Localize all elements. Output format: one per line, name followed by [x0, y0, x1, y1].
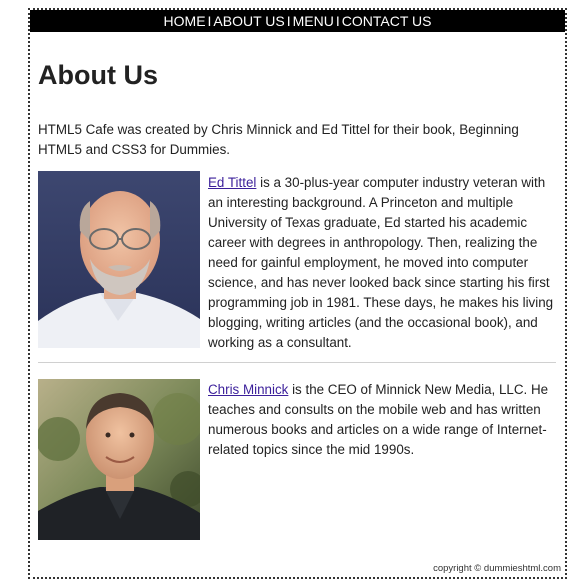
ed-tittel-bio-text: is a 30-plus-year computer industry vete… — [208, 175, 554, 350]
section-divider — [38, 362, 556, 363]
intro-paragraph: HTML5 Cafe was created by Chris Minnick … — [38, 122, 519, 157]
ed-tittel-photo — [38, 171, 200, 348]
nav-about-us[interactable]: ABOUT US — [213, 13, 284, 29]
chris-minnick-photo — [38, 379, 200, 540]
main-nav: HOME I ABOUT US I MENU I CONTACT US — [30, 10, 565, 32]
chris-minnick-link[interactable]: Chris Minnick — [208, 382, 288, 397]
ed-tittel-link[interactable]: Ed Tittel — [208, 175, 256, 190]
nav-home[interactable]: HOME — [164, 13, 206, 29]
copyright-footer: copyright © dummieshtml.com — [433, 563, 561, 574]
nav-separator: I — [335, 13, 340, 29]
ed-tittel-bio: Ed Tittel is a 30-plus-year computer ind… — [208, 173, 563, 353]
chris-minnick-bio: Chris Minnick is the CEO of Minnick New … — [208, 380, 563, 460]
nav-separator: I — [286, 13, 291, 29]
page-title: About Us — [38, 60, 158, 90]
nav-contact-us[interactable]: CONTACT US — [342, 13, 432, 29]
nav-menu[interactable]: MENU — [293, 13, 334, 29]
